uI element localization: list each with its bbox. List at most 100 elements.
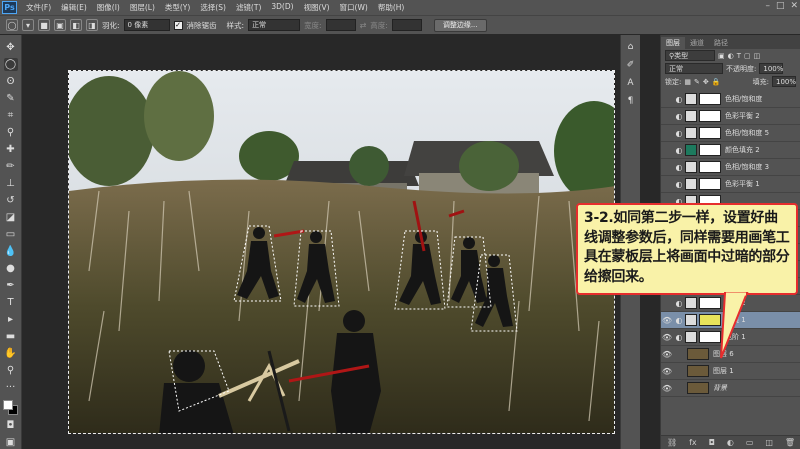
tool-preset-chevron-icon[interactable]: ▾ xyxy=(22,19,34,31)
menu-item[interactable]: 类型(Y) xyxy=(160,2,195,13)
menu-item[interactable]: 编辑(E) xyxy=(56,2,92,13)
fx-icon[interactable]: fx xyxy=(689,438,697,447)
eyedropper-tool-icon[interactable]: ⚲ xyxy=(4,126,18,139)
lock-all-icon[interactable]: 🔒 xyxy=(712,78,721,86)
menu-item[interactable]: 3D(D) xyxy=(266,2,298,13)
document-canvas[interactable] xyxy=(68,70,615,434)
height-input[interactable] xyxy=(391,19,422,31)
pixel-filter-icon[interactable]: ▣ xyxy=(718,52,725,60)
blend-mode-select[interactable]: 正常 xyxy=(665,63,723,74)
history-brush-tool-icon[interactable]: ↺ xyxy=(4,194,18,207)
panel-tab[interactable]: 图层 xyxy=(661,37,685,49)
crop-tool-icon[interactable]: ⌗ xyxy=(4,109,18,122)
eraser-tool-icon[interactable]: ◪ xyxy=(4,211,18,224)
swap-icon[interactable]: ⇄ xyxy=(360,21,367,30)
new-group-icon[interactable]: ▭ xyxy=(746,438,754,447)
clone-stamp-tool-icon[interactable]: ⊥ xyxy=(4,177,18,190)
quick-mask-icon[interactable]: ◘ xyxy=(4,419,18,432)
ellipse-marquee-icon[interactable]: ◯ xyxy=(6,19,18,31)
width-input[interactable] xyxy=(325,19,356,31)
feather-input[interactable]: 0 像素 xyxy=(123,19,170,31)
new-adjustment-icon[interactable]: ◐ xyxy=(727,438,734,447)
zoom-tool-icon[interactable]: ⚲ xyxy=(4,364,18,377)
subtract-selection-icon[interactable]: ◧ xyxy=(70,19,82,31)
blur-tool-icon[interactable]: 💧 xyxy=(4,245,18,258)
layer-row[interactable]: 👁 图层 1 xyxy=(661,363,800,380)
refine-edge-button[interactable]: 调整边缘... xyxy=(433,18,487,32)
menu-item[interactable]: 滤镜(T) xyxy=(231,2,266,13)
hand-tool-icon[interactable]: ✋ xyxy=(4,347,18,360)
menu-item[interactable]: 选择(S) xyxy=(195,2,231,13)
layer-row[interactable]: ◐ 颜色填充 2 xyxy=(661,142,800,159)
path-select-tool-icon[interactable]: ▸ xyxy=(4,313,18,326)
lock-pixels-icon[interactable]: ▦ xyxy=(684,78,691,86)
add-selection-icon[interactable]: ▣ xyxy=(54,19,66,31)
move-tool-icon[interactable]: ✥ xyxy=(4,41,18,54)
character-icon[interactable]: A xyxy=(625,77,637,89)
pen-tool-icon[interactable]: ✒ xyxy=(4,279,18,292)
gradient-tool-icon[interactable]: ▭ xyxy=(4,228,18,241)
quick-select-tool-icon[interactable]: ✎ xyxy=(4,92,18,105)
visibility-eye-icon[interactable]: 👁 xyxy=(661,333,673,342)
new-selection-icon[interactable]: ■ xyxy=(38,19,50,31)
shape-tool-icon[interactable]: ▬ xyxy=(4,330,18,343)
antialias-checkbox[interactable]: ✓ xyxy=(173,20,183,30)
smart-filter-icon[interactable]: ◫ xyxy=(754,52,761,60)
link-icon[interactable]: ⛓ xyxy=(667,438,677,447)
layer-row[interactable]: ◐ 色彩平衡 1 xyxy=(661,176,800,193)
layer-mask-thumbnail[interactable] xyxy=(699,161,721,173)
close-icon[interactable]: ✕ xyxy=(790,1,798,11)
layer-row[interactable]: ◐ 色相/饱和度 5 xyxy=(661,125,800,142)
menu-item[interactable]: 视图(V) xyxy=(299,2,335,13)
add-mask-icon[interactable]: ◘ xyxy=(709,438,715,447)
more-tools-icon[interactable]: ··· xyxy=(4,381,18,394)
panel-tab[interactable]: 路径 xyxy=(709,37,733,49)
layer-mask-thumbnail[interactable] xyxy=(699,110,721,122)
brush-preset-icon[interactable]: ✐ xyxy=(625,59,637,71)
shape-filter-icon[interactable]: ▢ xyxy=(744,52,751,60)
layer-row[interactable]: ◐ 色相/饱和度 xyxy=(661,91,800,108)
layer-row[interactable]: ◐ 色彩平衡 2 xyxy=(661,108,800,125)
dodge-tool-icon[interactable]: ● xyxy=(4,262,18,275)
menu-item[interactable]: 图层(L) xyxy=(125,2,160,13)
maximize-icon[interactable]: □ xyxy=(776,1,785,11)
layer-row[interactable]: 👁 背景 xyxy=(661,380,800,397)
layer-mask-thumbnail[interactable] xyxy=(699,93,721,105)
healing-brush-tool-icon[interactable]: ✚ xyxy=(4,143,18,156)
menu-item[interactable]: 窗口(W) xyxy=(335,2,373,13)
visibility-eye-icon[interactable]: 👁 xyxy=(661,384,673,393)
layer-row[interactable]: ◐ 色相/饱和度 3 xyxy=(661,159,800,176)
layer-mask-thumbnail[interactable] xyxy=(699,144,721,156)
brush-tool-icon[interactable]: ✏ xyxy=(4,160,18,173)
color-swatches[interactable] xyxy=(2,400,19,415)
opacity-input[interactable]: 100% xyxy=(759,63,783,74)
style-select[interactable]: 正常 xyxy=(248,19,301,31)
type-filter-icon[interactable]: T xyxy=(737,52,741,60)
panel-tab[interactable]: 通道 xyxy=(685,37,709,49)
minimize-icon[interactable]: – xyxy=(765,1,770,11)
trash-icon[interactable]: 🗑 xyxy=(785,438,795,447)
layer-mask-thumbnail[interactable] xyxy=(699,127,721,139)
menu-item[interactable]: 文件(F) xyxy=(21,2,56,13)
menu-item[interactable]: 帮助(H) xyxy=(373,2,410,13)
layer-mask-thumbnail[interactable] xyxy=(699,178,721,190)
lock-paint-icon[interactable]: ✎ xyxy=(694,78,700,86)
marquee-tool-icon[interactable]: ◯ xyxy=(3,58,18,71)
intersect-selection-icon[interactable]: ◨ xyxy=(86,19,98,31)
adjust-filter-icon[interactable]: ◐ xyxy=(728,52,734,60)
filter-kind-select[interactable]: ⚲ 类型 xyxy=(665,50,715,61)
lasso-tool-icon[interactable]: ʘ xyxy=(4,75,18,88)
visibility-eye-icon[interactable]: 👁 xyxy=(661,350,673,359)
history-icon[interactable]: ⌂ xyxy=(625,41,637,53)
fill-input[interactable]: 100% xyxy=(772,76,796,87)
visibility-eye-icon[interactable]: 👁 xyxy=(661,316,673,325)
visibility-eye-icon[interactable]: 👁 xyxy=(661,367,673,376)
lock-position-icon[interactable]: ✥ xyxy=(703,78,709,86)
menu-item[interactable]: 图像(I) xyxy=(92,2,125,13)
paragraph-icon[interactable]: ¶ xyxy=(625,95,637,107)
type-tool-icon[interactable]: T xyxy=(4,296,18,309)
screen-mode-icon[interactable]: ▣ xyxy=(4,436,18,449)
layer-thumbnail xyxy=(685,93,697,105)
foreground-color[interactable] xyxy=(2,400,13,410)
new-layer-icon[interactable]: ◫ xyxy=(765,438,773,447)
